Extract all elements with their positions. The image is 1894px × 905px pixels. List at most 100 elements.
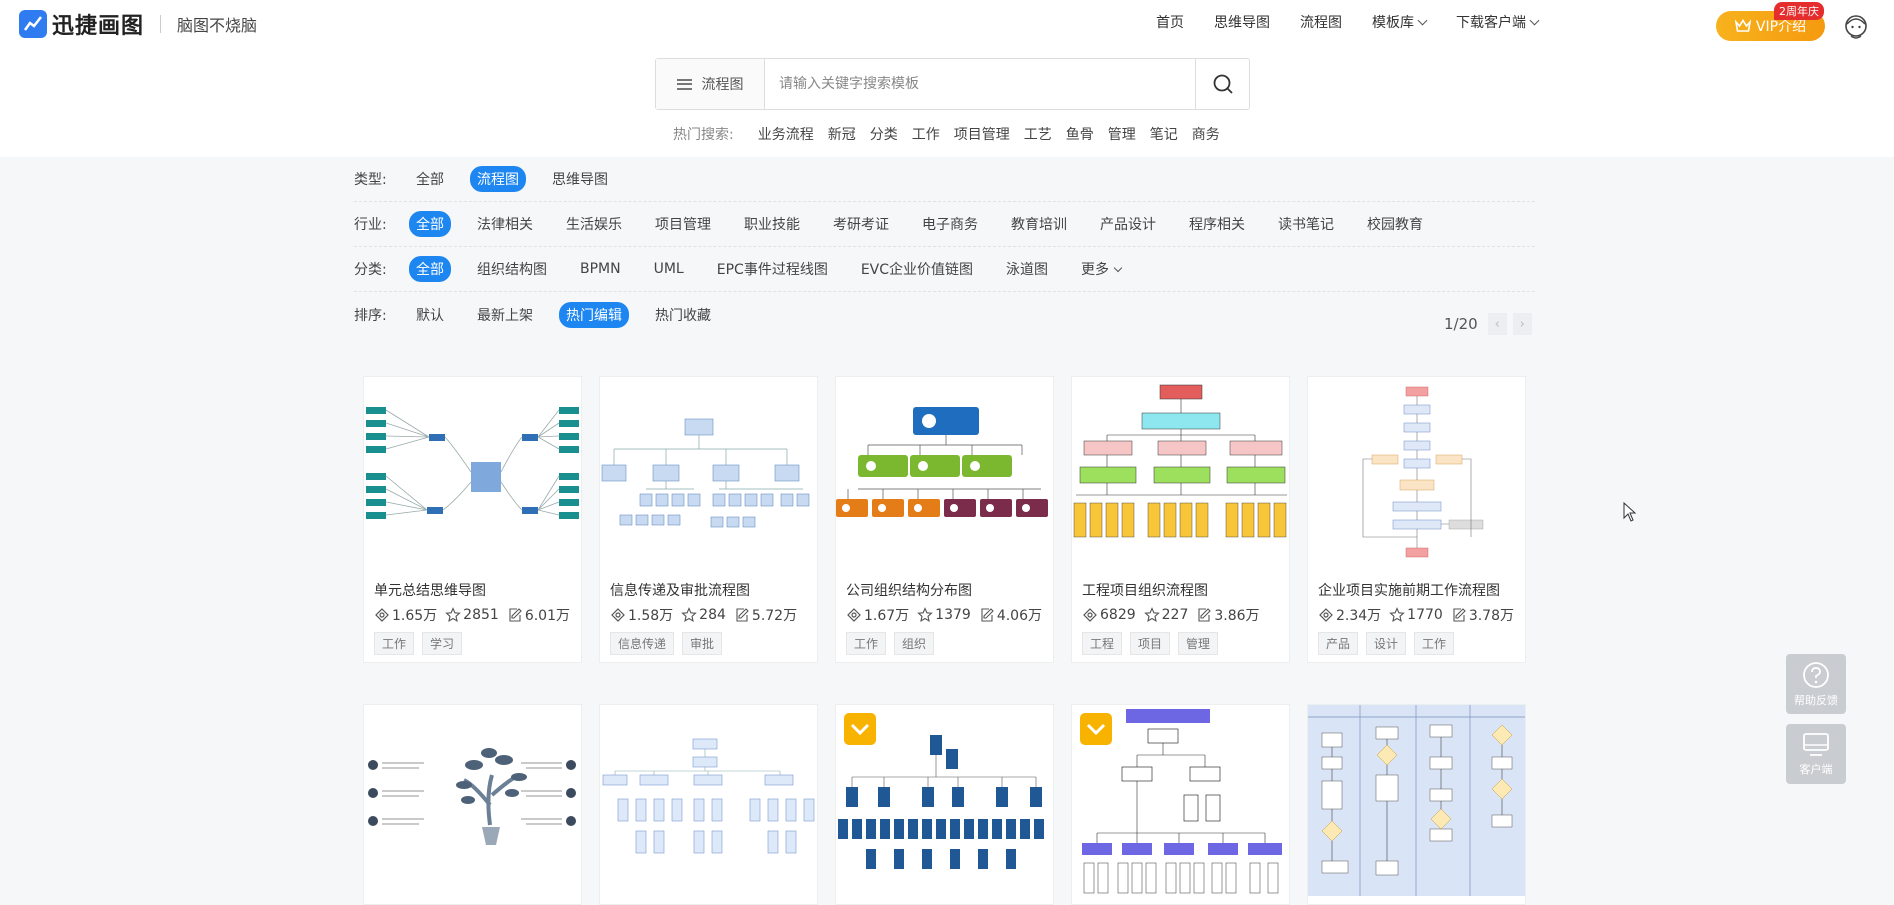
card-tag[interactable]: 管理 [1178,632,1219,655]
filter-chip[interactable]: EVC企业价值链图 [854,256,980,282]
filter-chip-active[interactable]: 全部 [409,256,451,282]
eye-icon [847,608,861,622]
more-dropdown[interactable]: 更多 [1074,256,1128,282]
filter-chip[interactable]: UML [647,258,691,280]
card-tag[interactable]: 工作 [1414,632,1455,655]
filter-chip[interactable]: 考研考证 [826,211,896,237]
edit-count-value: 6.01万 [524,608,570,624]
card-tag[interactable]: 学习 [422,632,463,655]
filter-chip[interactable]: 电子商务 [915,211,985,237]
card-title: 工程项目组织流程图 [1082,583,1208,599]
nav-mindmap-label: 思维导图 [1214,15,1270,31]
hot-search-item[interactable]: 工作 [912,124,940,144]
filter-row-category: 分类: 全部 组织结构图 BPMN UML EPC事件过程线图 EVC企业价值链… [354,247,1535,292]
card-tag[interactable]: 工作 [846,632,887,655]
filter-chip[interactable]: 校园教育 [1360,211,1430,237]
hot-search-item[interactable]: 业务流程 [758,124,814,144]
filter-chip[interactable]: EPC事件过程线图 [710,256,835,282]
filter-label: 分类: [354,262,387,278]
hot-search-item[interactable]: 新冠 [828,124,856,144]
chevron-down-icon [1417,15,1428,25]
edit-count-value: 5.72万 [751,608,798,624]
prev-page-button[interactable]: ‹ [1487,313,1507,335]
client-download-button[interactable]: 客户端 [1786,724,1846,784]
template-card[interactable]: 单元总结思维导图 1.65万 2851 6.01万 工作 学习 [363,376,582,663]
template-card[interactable]: 工程项目组织流程图 6829 227 3.86万 工程 项目 管理 [1071,376,1290,663]
help-feedback-button[interactable]: 帮助反馈 [1786,654,1846,714]
search-button[interactable] [1195,59,1249,109]
star-icon [681,607,697,623]
filter-chip[interactable]: 泳道图 [999,256,1055,282]
filter-chip[interactable]: 程序相关 [1182,211,1252,237]
star-count-value: 2851 [463,607,499,623]
sort-chip[interactable]: 热门收藏 [648,302,718,328]
filter-label: 类型: [354,172,387,188]
template-card[interactable] [599,704,818,905]
hot-search-item[interactable]: 工艺 [1024,124,1052,144]
search-type-select[interactable]: 流程图 [656,59,765,109]
card-tag[interactable]: 组织 [894,632,935,655]
template-card[interactable] [1071,704,1290,905]
nav-mindmap[interactable]: 思维导图 [1214,12,1270,32]
search-type-label: 流程图 [701,77,744,93]
nav-templates-label: 模板库 [1372,15,1414,31]
more-label: 更多 [1081,262,1110,278]
filter-chip[interactable]: 读书笔记 [1271,211,1341,237]
view-count: 1.58万 [610,605,673,625]
card-tag[interactable]: 工作 [374,632,415,655]
hot-search-item[interactable]: 商务 [1192,124,1220,144]
template-card[interactable]: 公司组织结构分布图 1.67万 1379 4.06万 工作 组织 [835,376,1054,663]
filter-chip[interactable]: 全部 [409,166,451,192]
user-avatar-icon[interactable] [1841,12,1871,42]
star-count[interactable]: 227 [1143,605,1188,625]
card-tag[interactable]: 信息传递 [610,632,675,655]
star-count[interactable]: 1379 [917,605,971,625]
hot-search-item[interactable]: 分类 [870,124,898,144]
card-tag[interactable]: 设计 [1366,632,1407,655]
logo[interactable]: 迅捷画图 脑图不烧脑 [19,8,257,40]
filter-chip[interactable]: 思维导图 [545,166,615,192]
hot-search-item[interactable]: 管理 [1108,124,1136,144]
template-card[interactable] [1307,704,1526,905]
star-count[interactable]: 1770 [1389,605,1443,625]
card-tag[interactable]: 项目 [1130,632,1171,655]
filter-chip-active[interactable]: 流程图 [470,166,526,192]
edit-count: 5.72万 [734,605,797,625]
nav-download[interactable]: 下载客户端 [1456,12,1540,32]
filter-chip[interactable]: 产品设计 [1093,211,1163,237]
template-thumbnail [600,705,817,896]
nav-home[interactable]: 首页 [1156,12,1184,32]
template-card[interactable] [363,704,582,905]
template-card[interactable]: 企业项目实施前期工作流程图 2.34万 1770 3.78万 产品 设计 工作 [1307,376,1526,663]
star-count[interactable]: 284 [681,605,726,625]
filter-chip[interactable]: 组织结构图 [470,256,554,282]
filter-chip[interactable]: 教育培训 [1004,211,1074,237]
star-count-value: 1770 [1407,607,1443,623]
sort-chip[interactable]: 默认 [409,302,451,328]
card-title: 企业项目实施前期工作流程图 [1318,583,1500,599]
eye-icon [611,608,625,622]
card-tag[interactable]: 产品 [1318,632,1359,655]
filter-chip[interactable]: 职业技能 [737,211,807,237]
sort-chip-active[interactable]: 热门编辑 [559,301,629,328]
next-page-button[interactable]: › [1512,313,1532,335]
search-input[interactable] [765,59,1195,109]
logo-slogan: 脑图不烧脑 [177,16,258,35]
star-count[interactable]: 2851 [445,605,499,625]
template-card[interactable] [835,704,1054,905]
nav-templates[interactable]: 模板库 [1372,12,1428,32]
filter-chip[interactable]: 项目管理 [648,211,718,237]
filter-chip[interactable]: 生活娱乐 [559,211,629,237]
hot-search-item[interactable]: 鱼骨 [1066,124,1094,144]
card-title: 单元总结思维导图 [374,583,486,599]
filter-chip[interactable]: BPMN [573,258,628,280]
filter-chip[interactable]: 法律相关 [470,211,540,237]
hot-search-item[interactable]: 项目管理 [954,124,1010,144]
hot-search-item[interactable]: 笔记 [1150,124,1178,144]
filter-chip-active[interactable]: 全部 [409,211,451,237]
template-card[interactable]: 信息传递及审批流程图 1.58万 284 5.72万 信息传递 审批 [599,376,818,663]
card-tag[interactable]: 审批 [682,632,723,655]
card-tag[interactable]: 工程 [1082,632,1123,655]
nav-flowchart[interactable]: 流程图 [1300,12,1342,32]
sort-chip[interactable]: 最新上架 [470,302,540,328]
